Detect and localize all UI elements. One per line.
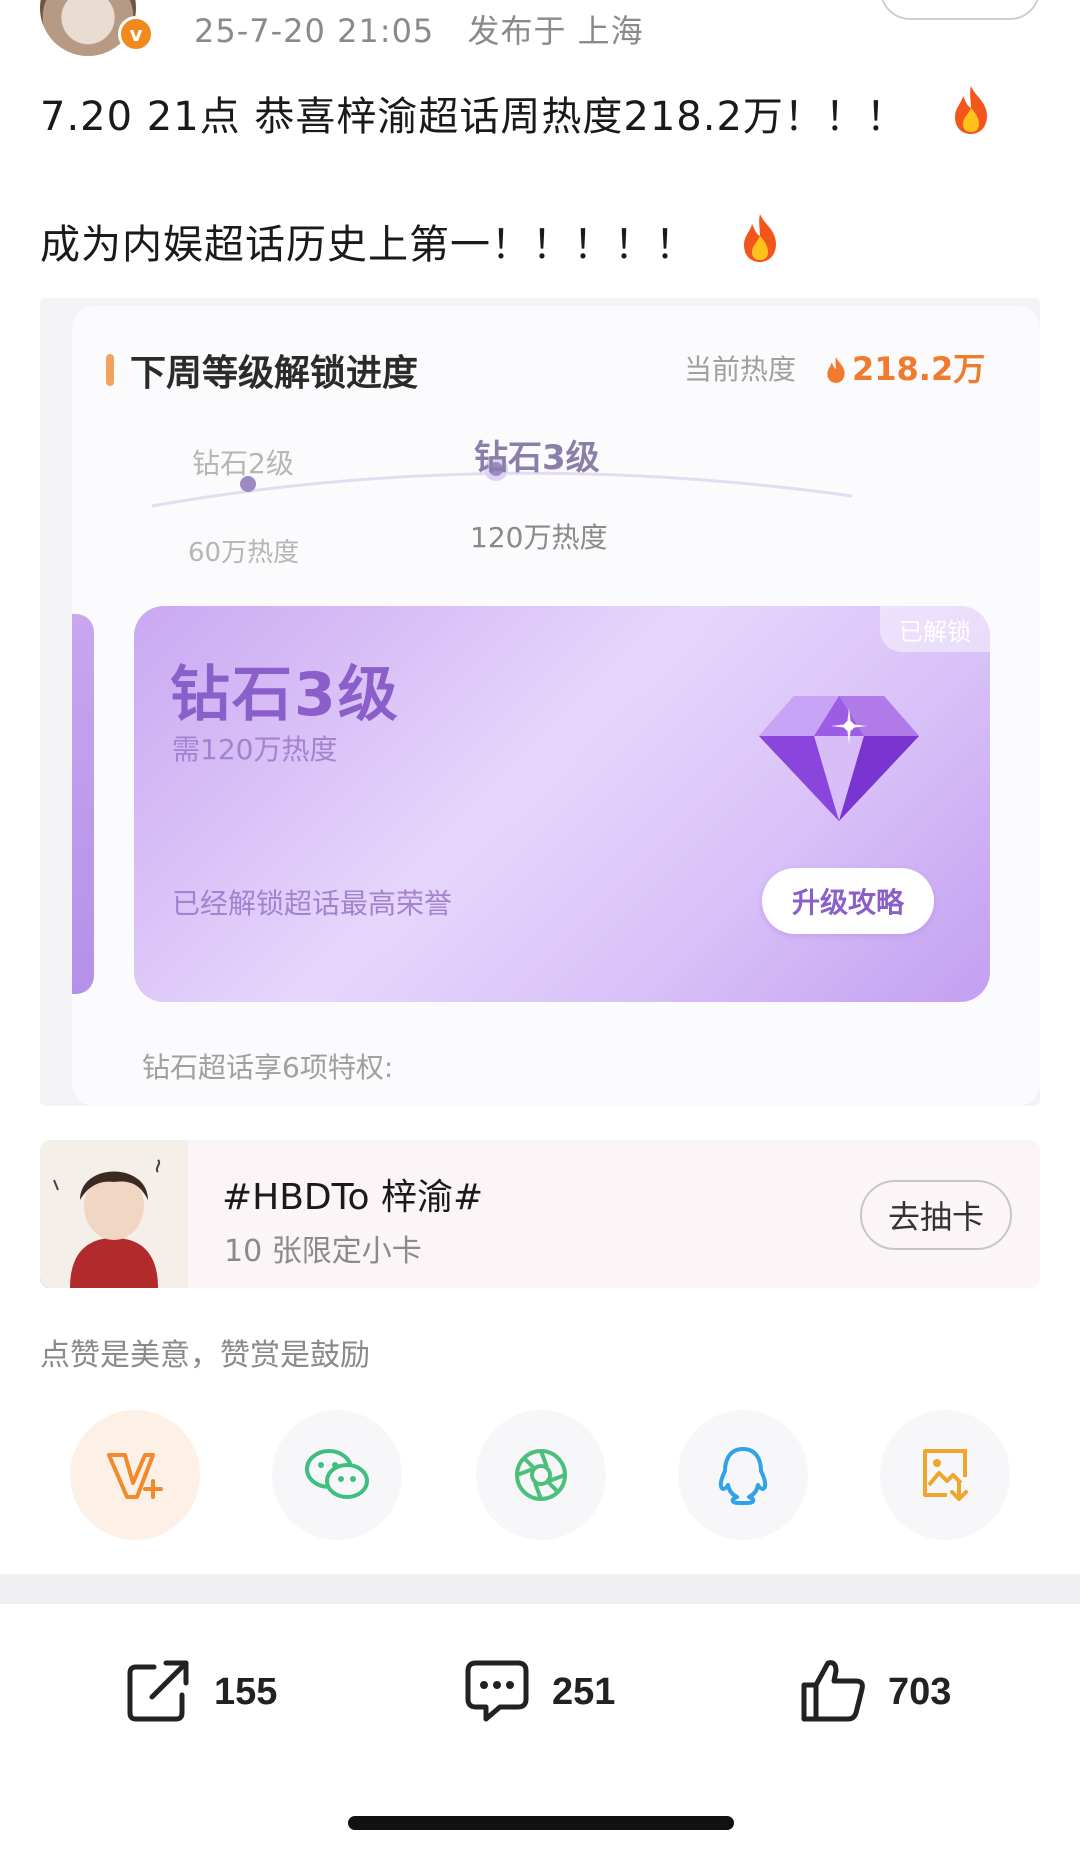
repost-icon [124, 1655, 194, 1729]
thumbs-up-icon [798, 1655, 868, 1729]
level-card: 已解锁 钻石3级 需120万热度 已经解锁超话最高荣誉 升级攻略 [134, 606, 990, 1002]
verified-badge: v [118, 16, 154, 52]
wechat-icon[interactable] [272, 1410, 402, 1540]
draw-card-button[interactable]: 去抽卡 [860, 1180, 1012, 1250]
like-button[interactable]: 703 [798, 1652, 951, 1732]
upgrade-guide-button[interactable]: 升级攻略 [762, 868, 934, 934]
repost-count: 155 [214, 1670, 278, 1713]
section-accent-bar [106, 354, 114, 386]
prev-card-edge [72, 614, 94, 994]
like-count: 703 [888, 1670, 952, 1713]
card-requirement: 需120万热度 [172, 733, 338, 766]
level-name-current: 钻石3级 [474, 438, 600, 478]
level-req-current: 120万热度 [470, 521, 608, 554]
card-title: 钻石3级 [170, 660, 400, 730]
fire-icon [949, 84, 993, 146]
reward-text: 点赞是美意，赞赏是鼓励 [40, 1338, 370, 1373]
comment-icon [462, 1655, 532, 1729]
privilege-text: 钻石超话享6项特权: [142, 1051, 394, 1084]
post-text: 成为内娱超话历史上第一！！！！！ [40, 222, 696, 268]
action-bar: 155 251 703 [0, 1604, 1080, 1854]
section-divider [0, 1574, 1080, 1604]
moments-icon[interactable] [476, 1410, 606, 1540]
vplus-icon[interactable] [70, 1410, 200, 1540]
unlocked-badge: 已解锁 [880, 606, 990, 652]
comment-count: 251 [552, 1670, 616, 1713]
save-image-icon[interactable] [880, 1410, 1010, 1540]
home-indicator[interactable] [348, 1816, 734, 1830]
post-header: v 25-7-20 21:05 发布于 上海 [0, 0, 1080, 60]
share-row [0, 1410, 1080, 1540]
flame-icon [824, 354, 848, 392]
level-req-prev: 60万热度 [188, 538, 300, 568]
level-progress-panel: 下周等级解锁进度 当前热度 218.2万 钻石2级 60万热度 钻石3级 120… [72, 306, 1040, 1106]
post-text-line-2: 成为内娱超话历史上第一！！！！！ [40, 212, 782, 274]
post-image[interactable]: 下周等级解锁进度 当前热度 218.2万 钻石2级 60万热度 钻石3级 120… [40, 298, 1040, 1106]
post-text-line-1: 7.20 21点 恭喜梓渝超话周热度218.2万！！！ [40, 84, 993, 146]
diamond-icon [754, 686, 924, 830]
qq-icon[interactable] [678, 1410, 808, 1540]
follow-button[interactable] [880, 0, 1040, 20]
post-meta: 25-7-20 21:05 发布于 上海 [194, 6, 666, 52]
current-heat-label: 当前热度 [684, 353, 797, 386]
topic-subtitle: 10 张限定小卡 [224, 1234, 422, 1269]
post-location: 发布于 上海 [467, 12, 644, 50]
fire-icon [738, 212, 782, 274]
section-title: 下周等级解锁进度 [130, 353, 419, 394]
post-timestamp: 25-7-20 21:05 [194, 12, 435, 50]
topic-thumbnail [40, 1140, 188, 1288]
card-footer: 已经解锁超话最高荣誉 [172, 887, 453, 920]
post-text: 7.20 21点 恭喜梓渝超话周热度218.2万！！！ [40, 94, 907, 140]
repost-button[interactable]: 155 [124, 1652, 277, 1732]
comment-button[interactable]: 251 [462, 1652, 615, 1732]
topic-card[interactable]: #HBDTo 梓渝# 10 张限定小卡 去抽卡 [40, 1140, 1040, 1288]
level-name-prev: 钻石2级 [192, 447, 294, 480]
current-heat: 218.2万 [824, 344, 985, 392]
topic-title: #HBDTo 梓渝# [222, 1177, 484, 1218]
current-heat-value: 218.2万 [852, 350, 986, 388]
